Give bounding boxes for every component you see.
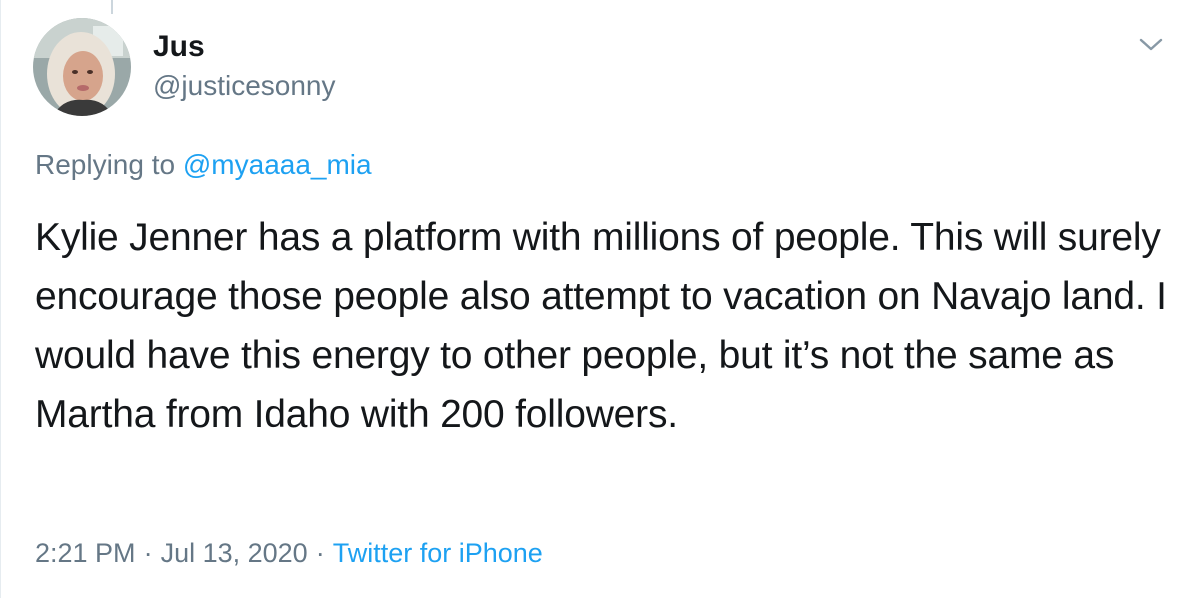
- tweet-card: Jus @justicesonny Replying to @myaaaa_mi…: [0, 0, 1196, 598]
- tweet-time[interactable]: 2:21 PM: [35, 538, 136, 568]
- avatar-image: [33, 18, 131, 116]
- meta-separator: ·: [143, 538, 153, 568]
- user-handle[interactable]: @justicesonny: [153, 70, 336, 102]
- thread-connector-line: [111, 0, 113, 14]
- reply-mention-link[interactable]: @myaaaa_mia: [183, 149, 372, 180]
- tweet-meta: 2:21 PM · Jul 13, 2020 · Twitter for iPhone: [35, 536, 543, 570]
- tweet-source-link[interactable]: Twitter for iPhone: [333, 538, 543, 568]
- tweet-date[interactable]: Jul 13, 2020: [161, 538, 308, 568]
- avatar[interactable]: [33, 18, 131, 116]
- replying-to-label: Replying to: [35, 149, 176, 180]
- display-name[interactable]: Jus: [153, 30, 205, 64]
- tweet-text: Kylie Jenner has a platform with million…: [35, 216, 1167, 436]
- meta-separator: ·: [315, 538, 325, 568]
- replying-to: Replying to @myaaaa_mia: [35, 148, 372, 182]
- chevron-down-icon[interactable]: [1136, 30, 1166, 60]
